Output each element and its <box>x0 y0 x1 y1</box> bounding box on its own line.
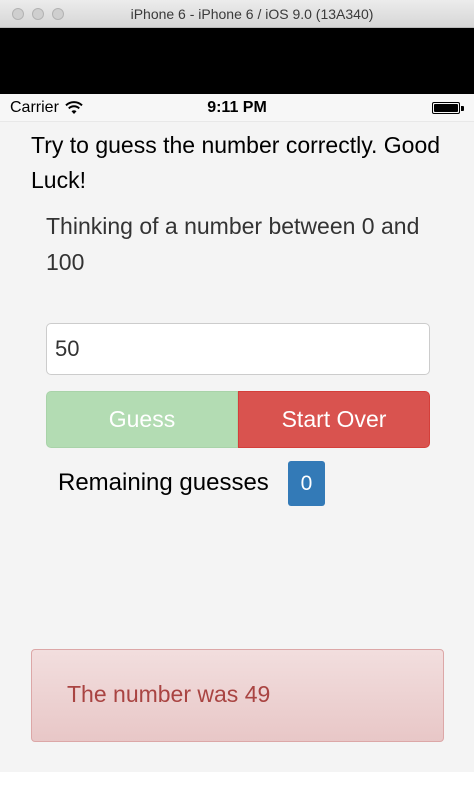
simulator-titlebar: iPhone 6 - iPhone 6 / iOS 9.0 (13A340) <box>0 0 474 28</box>
guess-button[interactable]: Guess <box>46 391 238 448</box>
device-screen: Carrier 9:11 PM Try to guess the number … <box>0 94 474 804</box>
battery-full-icon <box>432 102 464 114</box>
status-bar: Carrier 9:11 PM <box>0 94 474 122</box>
window-title: iPhone 6 - iPhone 6 / iOS 9.0 (13A340) <box>130 6 374 22</box>
remaining-guesses-label: Remaining guesses <box>58 469 269 496</box>
remaining-guesses-badge: 0 <box>288 461 325 506</box>
start-over-button[interactable]: Start Over <box>238 391 430 448</box>
page-title: Try to guess the number correctly. Good … <box>31 132 441 193</box>
bottom-area <box>0 772 474 804</box>
device-top-bezel <box>0 28 474 94</box>
guess-input[interactable] <box>46 323 430 375</box>
result-alert: The number was 49 <box>31 649 444 742</box>
status-time: 9:11 PM <box>207 99 267 116</box>
game-prompt: Thinking of a number between 0 and 100 <box>46 213 420 275</box>
result-message: The number was 49 <box>67 681 271 707</box>
